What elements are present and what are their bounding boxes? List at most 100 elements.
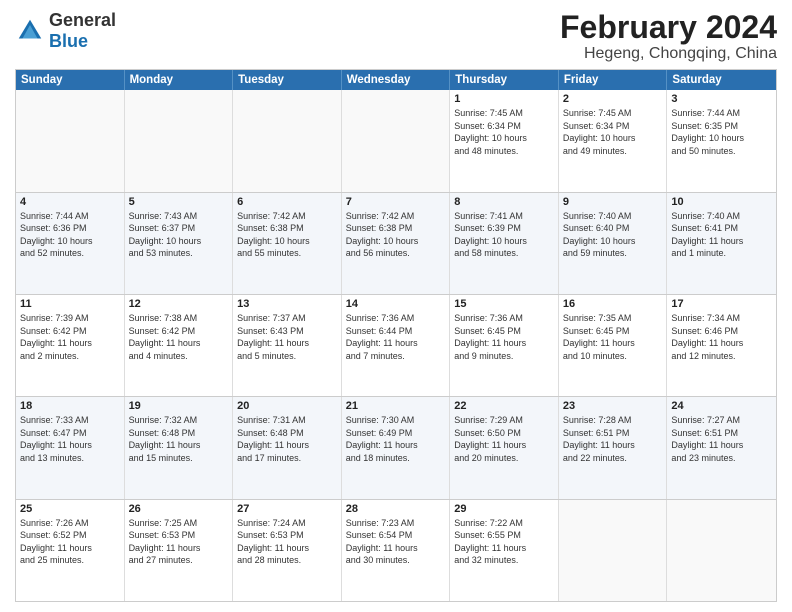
- calendar-cell: [667, 500, 776, 601]
- day-number: 16: [563, 298, 663, 310]
- calendar-cell: 6 Sunrise: 7:42 AMSunset: 6:38 PMDaylight…: [233, 193, 342, 294]
- day-number: 19: [129, 400, 229, 412]
- calendar-cell: 12Sunrise: 7:38 AMSunset: 6:42 PMDayligh…: [125, 295, 234, 396]
- day-number: 1: [454, 93, 554, 105]
- day-info: Sunrise: 7:37 AMSunset: 6:43 PMDaylight:…: [237, 312, 337, 362]
- calendar-cell: 1 Sunrise: 7:45 AMSunset: 6:34 PMDaylight…: [450, 90, 559, 191]
- logo-text: General Blue: [49, 10, 116, 52]
- day-number: 3: [671, 93, 772, 105]
- calendar-cell: 27 Sunrise: 7:24 AMSunset: 6:53 PMDayligh…: [233, 500, 342, 601]
- calendar-week-3: 11 Sunrise: 7:39 AMSunset: 6:42 PMDayligh…: [16, 294, 776, 396]
- calendar-week-5: 25Sunrise: 7:26 AMSunset: 6:52 PMDayligh…: [16, 499, 776, 601]
- day-info: Sunrise: 7:27 AMSunset: 6:51 PMDaylight:…: [671, 414, 772, 464]
- day-number: 4: [20, 196, 120, 208]
- day-info: Sunrise: 7:45 AMSunset: 6:34 PMDaylight:…: [563, 107, 663, 157]
- day-number: 6: [237, 196, 337, 208]
- day-info: Sunrise: 7:45 AMSunset: 6:34 PMDaylight:…: [454, 107, 554, 157]
- title-block: February 2024 Hegeng, Chongqing, China: [560, 10, 777, 63]
- calendar-cell: 16 Sunrise: 7:35 AMSunset: 6:45 PMDayligh…: [559, 295, 668, 396]
- day-info: Sunrise: 7:44 AMSunset: 6:36 PMDaylight:…: [20, 210, 120, 260]
- calendar-cell: 19 Sunrise: 7:32 AMSunset: 6:48 PMDayligh…: [125, 397, 234, 498]
- day-number: 22: [454, 400, 554, 412]
- day-number: 17: [671, 298, 772, 310]
- page: General Blue February 2024 Hegeng, Chong…: [0, 0, 792, 612]
- logo-general: General: [49, 10, 116, 30]
- day-info: Sunrise: 7:30 AMSunset: 6:49 PMDaylight:…: [346, 414, 446, 464]
- day-number: 9: [563, 196, 663, 208]
- calendar-cell: 3 Sunrise: 7:44 AMSunset: 6:35 PMDaylight…: [667, 90, 776, 191]
- day-info: Sunrise: 7:36 AMSunset: 6:45 PMDaylight:…: [454, 312, 554, 362]
- calendar-cell: 7 Sunrise: 7:42 AMSunset: 6:38 PMDaylight…: [342, 193, 451, 294]
- header: General Blue February 2024 Hegeng, Chong…: [15, 10, 777, 63]
- day-number: 13: [237, 298, 337, 310]
- day-info: Sunrise: 7:40 AMSunset: 6:40 PMDaylight:…: [563, 210, 663, 260]
- calendar-cell: 10 Sunrise: 7:40 AMSunset: 6:41 PMDayligh…: [667, 193, 776, 294]
- main-title: February 2024: [560, 10, 777, 45]
- day-info: Sunrise: 7:29 AMSunset: 6:50 PMDaylight:…: [454, 414, 554, 464]
- calendar-cell: 26 Sunrise: 7:25 AMSunset: 6:53 PMDayligh…: [125, 500, 234, 601]
- calendar-week-1: 1 Sunrise: 7:45 AMSunset: 6:34 PMDaylight…: [16, 90, 776, 191]
- calendar-cell: 18Sunrise: 7:33 AMSunset: 6:47 PMDayligh…: [16, 397, 125, 498]
- calendar-cell: 2 Sunrise: 7:45 AMSunset: 6:34 PMDaylight…: [559, 90, 668, 191]
- logo-icon: [15, 16, 45, 46]
- calendar-body: 1 Sunrise: 7:45 AMSunset: 6:34 PMDaylight…: [16, 90, 776, 601]
- weekday-header-monday: Monday: [125, 70, 234, 90]
- day-info: Sunrise: 7:36 AMSunset: 6:44 PMDaylight:…: [346, 312, 446, 362]
- day-number: 15: [454, 298, 554, 310]
- calendar-cell: [16, 90, 125, 191]
- day-number: 7: [346, 196, 446, 208]
- calendar-cell: [342, 90, 451, 191]
- day-number: 26: [129, 503, 229, 515]
- day-info: Sunrise: 7:42 AMSunset: 6:38 PMDaylight:…: [237, 210, 337, 260]
- day-info: Sunrise: 7:39 AMSunset: 6:42 PMDaylight:…: [20, 312, 120, 362]
- day-info: Sunrise: 7:42 AMSunset: 6:38 PMDaylight:…: [346, 210, 446, 260]
- day-info: Sunrise: 7:28 AMSunset: 6:51 PMDaylight:…: [563, 414, 663, 464]
- calendar-cell: 8Sunrise: 7:41 AMSunset: 6:39 PMDaylight…: [450, 193, 559, 294]
- day-number: 28: [346, 503, 446, 515]
- day-info: Sunrise: 7:43 AMSunset: 6:37 PMDaylight:…: [129, 210, 229, 260]
- day-number: 18: [20, 400, 120, 412]
- weekday-header-sunday: Sunday: [16, 70, 125, 90]
- day-info: Sunrise: 7:24 AMSunset: 6:53 PMDaylight:…: [237, 517, 337, 567]
- weekday-header-tuesday: Tuesday: [233, 70, 342, 90]
- calendar-cell: 20 Sunrise: 7:31 AMSunset: 6:48 PMDayligh…: [233, 397, 342, 498]
- logo: General Blue: [15, 10, 116, 52]
- day-number: 11: [20, 298, 120, 310]
- calendar-cell: 14 Sunrise: 7:36 AMSunset: 6:44 PMDayligh…: [342, 295, 451, 396]
- day-info: Sunrise: 7:44 AMSunset: 6:35 PMDaylight:…: [671, 107, 772, 157]
- subtitle: Hegeng, Chongqing, China: [560, 45, 777, 63]
- calendar-cell: 15 Sunrise: 7:36 AMSunset: 6:45 PMDayligh…: [450, 295, 559, 396]
- calendar-cell: 4 Sunrise: 7:44 AMSunset: 6:36 PMDaylight…: [16, 193, 125, 294]
- calendar-cell: 24 Sunrise: 7:27 AMSunset: 6:51 PMDayligh…: [667, 397, 776, 498]
- weekday-header-thursday: Thursday: [450, 70, 559, 90]
- day-info: Sunrise: 7:31 AMSunset: 6:48 PMDaylight:…: [237, 414, 337, 464]
- day-number: 2: [563, 93, 663, 105]
- calendar-cell: [233, 90, 342, 191]
- calendar-cell: 22 Sunrise: 7:29 AMSunset: 6:50 PMDayligh…: [450, 397, 559, 498]
- calendar-cell: 23Sunrise: 7:28 AMSunset: 6:51 PMDayligh…: [559, 397, 668, 498]
- calendar-cell: 28 Sunrise: 7:23 AMSunset: 6:54 PMDayligh…: [342, 500, 451, 601]
- day-info: Sunrise: 7:40 AMSunset: 6:41 PMDaylight:…: [671, 210, 772, 260]
- day-info: Sunrise: 7:25 AMSunset: 6:53 PMDaylight:…: [129, 517, 229, 567]
- day-number: 29: [454, 503, 554, 515]
- day-number: 12: [129, 298, 229, 310]
- day-number: 25: [20, 503, 120, 515]
- weekday-header-friday: Friday: [559, 70, 668, 90]
- calendar-week-4: 18Sunrise: 7:33 AMSunset: 6:47 PMDayligh…: [16, 396, 776, 498]
- day-number: 20: [237, 400, 337, 412]
- calendar: SundayMondayTuesdayWednesdayThursdayFrid…: [15, 69, 777, 602]
- calendar-week-2: 4 Sunrise: 7:44 AMSunset: 6:36 PMDaylight…: [16, 192, 776, 294]
- day-number: 14: [346, 298, 446, 310]
- calendar-header: SundayMondayTuesdayWednesdayThursdayFrid…: [16, 70, 776, 90]
- day-info: Sunrise: 7:23 AMSunset: 6:54 PMDaylight:…: [346, 517, 446, 567]
- day-number: 24: [671, 400, 772, 412]
- calendar-cell: 9 Sunrise: 7:40 AMSunset: 6:40 PMDaylight…: [559, 193, 668, 294]
- day-info: Sunrise: 7:32 AMSunset: 6:48 PMDaylight:…: [129, 414, 229, 464]
- calendar-cell: [125, 90, 234, 191]
- calendar-cell: 13 Sunrise: 7:37 AMSunset: 6:43 PMDayligh…: [233, 295, 342, 396]
- day-info: Sunrise: 7:35 AMSunset: 6:45 PMDaylight:…: [563, 312, 663, 362]
- day-number: 27: [237, 503, 337, 515]
- day-number: 21: [346, 400, 446, 412]
- weekday-header-saturday: Saturday: [667, 70, 776, 90]
- day-number: 10: [671, 196, 772, 208]
